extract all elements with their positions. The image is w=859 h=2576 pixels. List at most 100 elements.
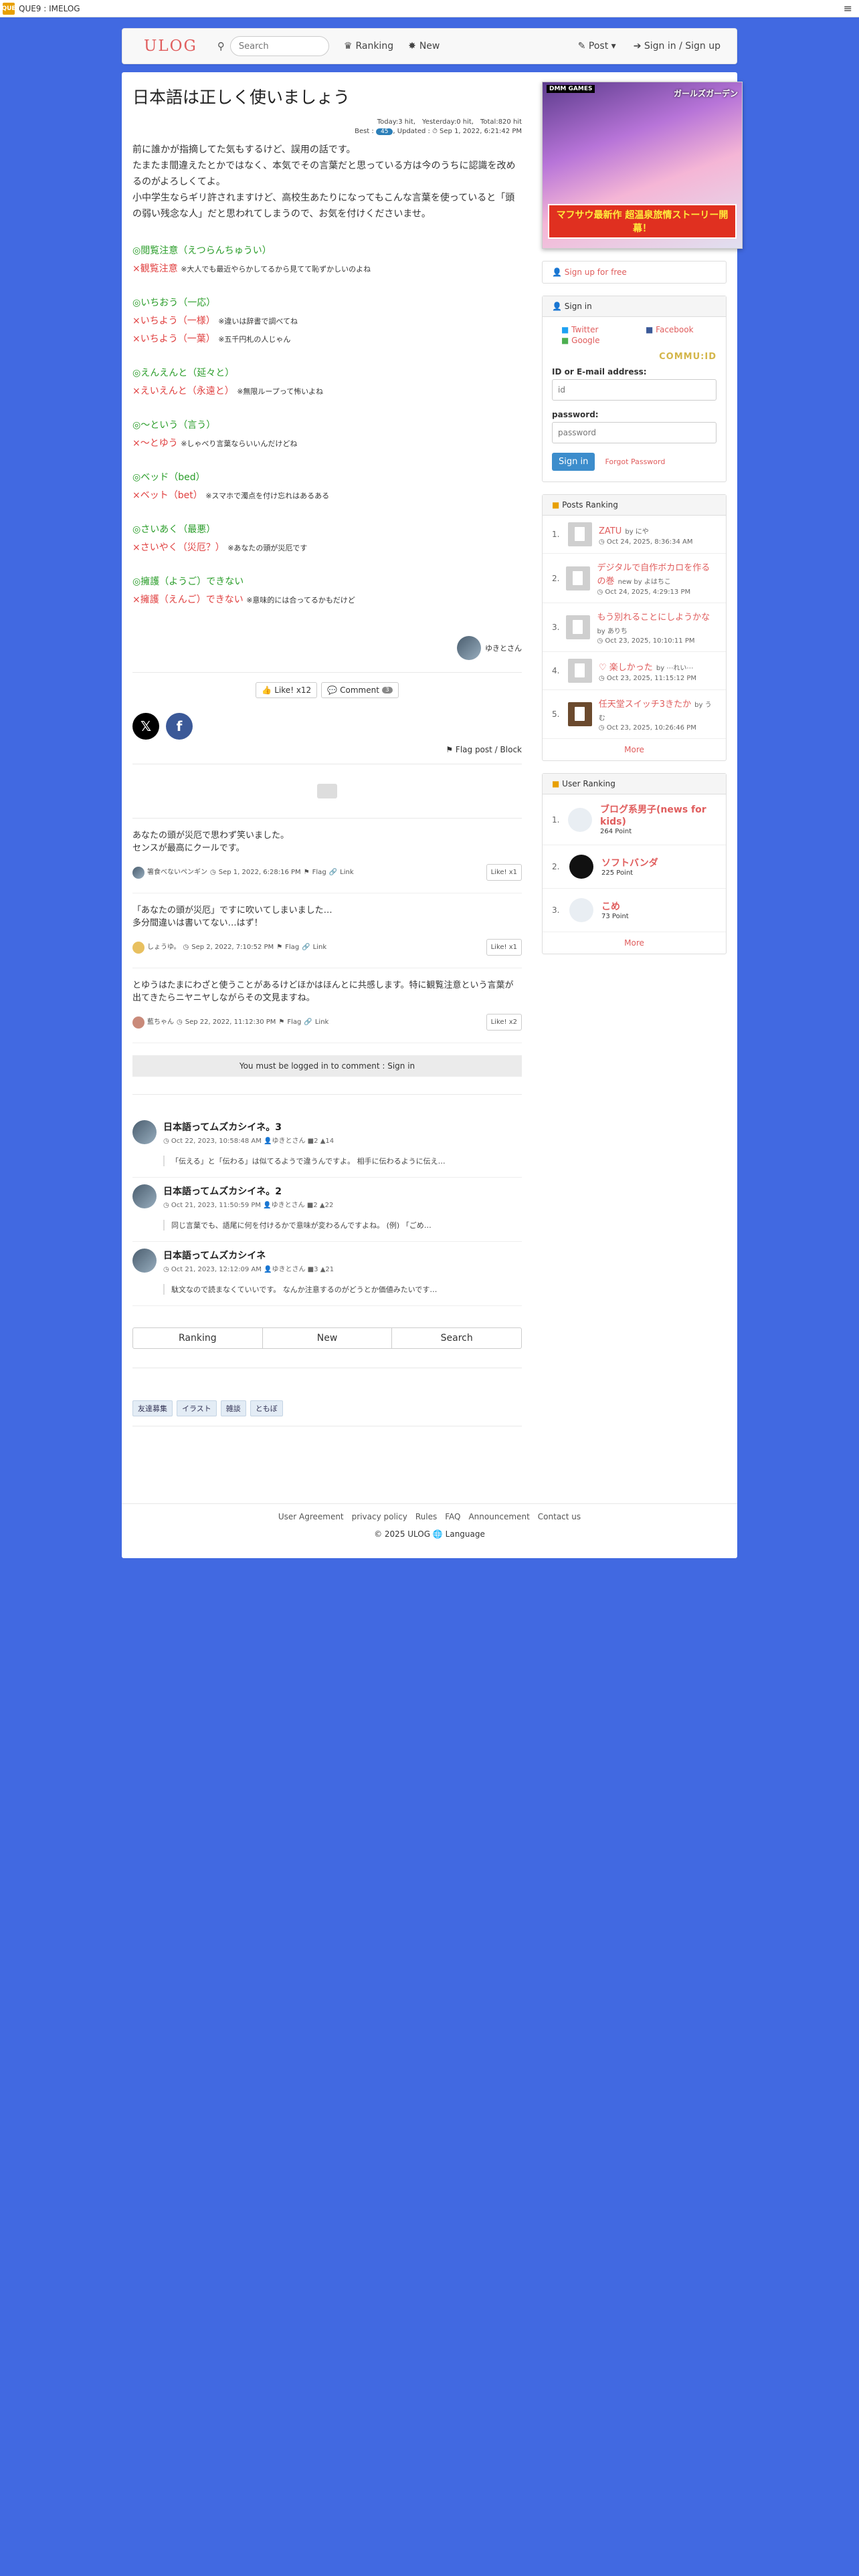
related-post[interactable]: 日本語ってムズカシイネ ◷ Oct 21, 2023, 12:12:09 AM …	[132, 1242, 522, 1306]
avatar	[457, 636, 481, 660]
user-icon: 👤	[552, 302, 562, 311]
ranking-item[interactable]: 4. ♡ 楽しかった by ⋯れい⋯ ◷ Oct 23, 2025, 11:15:1…	[543, 652, 726, 690]
comment-link[interactable]: Link	[340, 866, 353, 879]
facebook-login[interactable]: ■ Facebook	[646, 325, 717, 334]
flag-icon: ⚑	[276, 944, 283, 951]
comment-like-button[interactable]: Like! x1	[486, 864, 522, 881]
related-post[interactable]: 日本語ってムズカシイネ。2 ◷ Oct 21, 2023, 11:50:59 P…	[132, 1178, 522, 1242]
search-input[interactable]	[229, 36, 329, 56]
avatar	[132, 1249, 157, 1273]
related-post[interactable]: 日本語ってムズカシイネ。3 ◷ Oct 22, 2023, 10:58:48 A…	[132, 1113, 522, 1178]
comment-user[interactable]: 藍ちゃん	[147, 1016, 174, 1029]
related-title[interactable]: 日本語ってムズカシイネ。2	[163, 1184, 432, 1198]
flag-post-link[interactable]: ⚑ Flag post / Block	[132, 745, 522, 754]
signin-button[interactable]: Sign in	[552, 453, 595, 471]
tag[interactable]: ともぼ	[250, 1400, 283, 1416]
comment-flag-link[interactable]: Flag	[287, 1016, 301, 1029]
comment-user[interactable]: 箸食べないペンギン	[147, 866, 207, 879]
footer-link[interactable]: Contact us	[538, 1512, 581, 1521]
wrong-usage: ×いちよう（一葉）	[132, 334, 215, 344]
tab-new[interactable]: New	[263, 1328, 393, 1348]
user-ranking-item[interactable]: 2. ソフトバンダ 225 Point	[543, 845, 726, 889]
related-posts: 日本語ってムズカシイネ。3 ◷ Oct 22, 2023, 10:58:48 A…	[132, 1113, 522, 1306]
related-excerpt: 「伝える」と「伝わる」は似てるようで違うんですよ。 相手に伝わるように伝え…	[163, 1156, 446, 1166]
ranking-item[interactable]: 2. デジタルで自作ボカロを作るの巻 new by よはちこ ◷ Oct 24, 2…	[543, 554, 726, 603]
user-ranking-item[interactable]: 1. ブログ系男子(news for kids) 264 Point	[543, 794, 726, 845]
hit-icon: ▲	[319, 1202, 325, 1209]
users-more-link[interactable]: More	[543, 932, 726, 954]
ranking-title[interactable]: 任天堂スイッチ3きたか	[599, 700, 691, 710]
tag[interactable]: イラスト	[177, 1400, 217, 1416]
comment-user[interactable]: しょうゆ。	[147, 941, 181, 954]
site-logo[interactable]: ULOG	[144, 37, 197, 55]
signin-link[interactable]: ➔ Sign in / Sign up	[634, 41, 721, 51]
id-input[interactable]	[552, 379, 717, 401]
footer-link[interactable]: User Agreement	[278, 1512, 344, 1521]
tab-search[interactable]: Search	[392, 1328, 521, 1348]
tab-ranking[interactable]: Ranking	[133, 1328, 263, 1348]
signup-link[interactable]: 👤 Sign up for free	[542, 261, 727, 284]
twitter-label: Twitter	[571, 325, 599, 334]
footer-link[interactable]: FAQ	[445, 1512, 460, 1521]
ranking-item[interactable]: 1. ZATU by にや ◷ Oct 24, 2025, 8:36:34 AM	[543, 516, 726, 554]
language-link[interactable]: 🌐 Language	[433, 1529, 485, 1539]
ranking-item[interactable]: 3. もう別れることにしようかな by ありち ◷ Oct 23, 2025, 10…	[543, 603, 726, 652]
comment-like-button[interactable]: Like! x2	[486, 1014, 522, 1031]
clock-icon: ◷	[163, 1202, 169, 1209]
comment-flag-link[interactable]: Flag	[285, 941, 299, 954]
related-meta: ◷ Oct 21, 2023, 11:50:59 PM 👤ゆきとさん ■2 ▲2…	[163, 1199, 432, 1209]
nav-new-link[interactable]: ✸ New	[408, 41, 440, 51]
user-name[interactable]: こめ	[601, 901, 629, 913]
nav-ranking-link[interactable]: ♛ Ranking	[344, 41, 393, 51]
related-title[interactable]: 日本語ってムズカシイネ	[163, 1249, 437, 1262]
author-block[interactable]: ゆきとさん	[132, 636, 522, 660]
user-icon: 👤	[264, 1266, 272, 1273]
post-dropdown[interactable]: ✎ Post ▾	[578, 41, 616, 51]
posts-more-link[interactable]: More	[543, 739, 726, 760]
twitter-login[interactable]: ■ Twitter	[561, 325, 632, 334]
thumbs-up-icon: 👍	[262, 685, 272, 695]
tag[interactable]: 友達募集	[132, 1400, 173, 1416]
comment-text: 「あなたの頭が災厄」ですに吹いてしまいました…	[132, 905, 332, 916]
x-share-button[interactable]: 𝕏	[132, 713, 159, 740]
ranking-date: Oct 24, 2025, 4:29:13 PM	[605, 588, 691, 596]
commu-id-logo[interactable]: COMMU:ID	[552, 352, 717, 362]
ranking-item[interactable]: 5. 任天堂スイッチ3きたか by うむ ◷ Oct 23, 2025, 10:26…	[543, 690, 726, 739]
comment-like-button[interactable]: Like! x1	[486, 939, 522, 956]
ranking-title[interactable]: ZATU	[599, 526, 622, 536]
rank-number: 5.	[552, 710, 560, 719]
like-button[interactable]: 👍 Like! x12	[256, 682, 318, 698]
related-excerpt: 駄文なので読まなくていいです。 なんか注意するのがどうとか価値みたいです…	[163, 1284, 437, 1295]
ranking-title[interactable]: ♡ 楽しかった	[599, 663, 653, 673]
comment-flag-link[interactable]: Flag	[312, 866, 326, 879]
comment-date: Sep 1, 2022, 6:28:16 PM	[218, 869, 301, 876]
footer-link[interactable]: Announcement	[468, 1512, 529, 1521]
ad-banner[interactable]: DMM GAMES ガールズガーデン マフサウ最新作 超温泉旅情ストーリー開幕！	[542, 82, 743, 249]
facebook-share-button[interactable]: f	[166, 713, 193, 740]
footer-link[interactable]: privacy policy	[352, 1512, 407, 1521]
user-name[interactable]: ブログ系男子(news for kids)	[600, 804, 717, 828]
login-notice[interactable]: You must be logged in to comment : Sign …	[132, 1055, 522, 1077]
related-title[interactable]: 日本語ってムズカシイネ。3	[163, 1120, 446, 1134]
star-icon: ✸	[408, 41, 416, 51]
password-input[interactable]	[552, 422, 717, 443]
ranking-title[interactable]: もう別れることにしようかな	[597, 613, 710, 623]
forgot-password-link[interactable]: Forgot Password	[605, 457, 665, 466]
comment-button[interactable]: 💬 Comment 3	[321, 682, 399, 698]
google-icon: ■	[561, 336, 569, 345]
like-label: Like! x12	[274, 685, 312, 695]
ranking-author: by ⋯れい⋯	[656, 664, 694, 672]
user-name[interactable]: ソフトバンダ	[601, 857, 658, 869]
post-thumbnail	[568, 522, 592, 546]
trophy-icon: ♛	[343, 41, 353, 51]
comment-label: Comment	[340, 685, 379, 695]
footer-link[interactable]: Rules	[415, 1512, 437, 1521]
user-avatar	[569, 898, 593, 922]
tag[interactable]: 雑談	[220, 1400, 246, 1416]
nav-new-label: New	[419, 41, 440, 51]
comment-link[interactable]: Link	[315, 1016, 328, 1029]
user-ranking-item[interactable]: 3. こめ 73 Point	[543, 889, 726, 932]
hamburger-menu-icon[interactable]: ≡	[844, 2, 852, 15]
comment-link[interactable]: Link	[313, 941, 326, 954]
google-login[interactable]: ■ Google	[561, 336, 632, 345]
